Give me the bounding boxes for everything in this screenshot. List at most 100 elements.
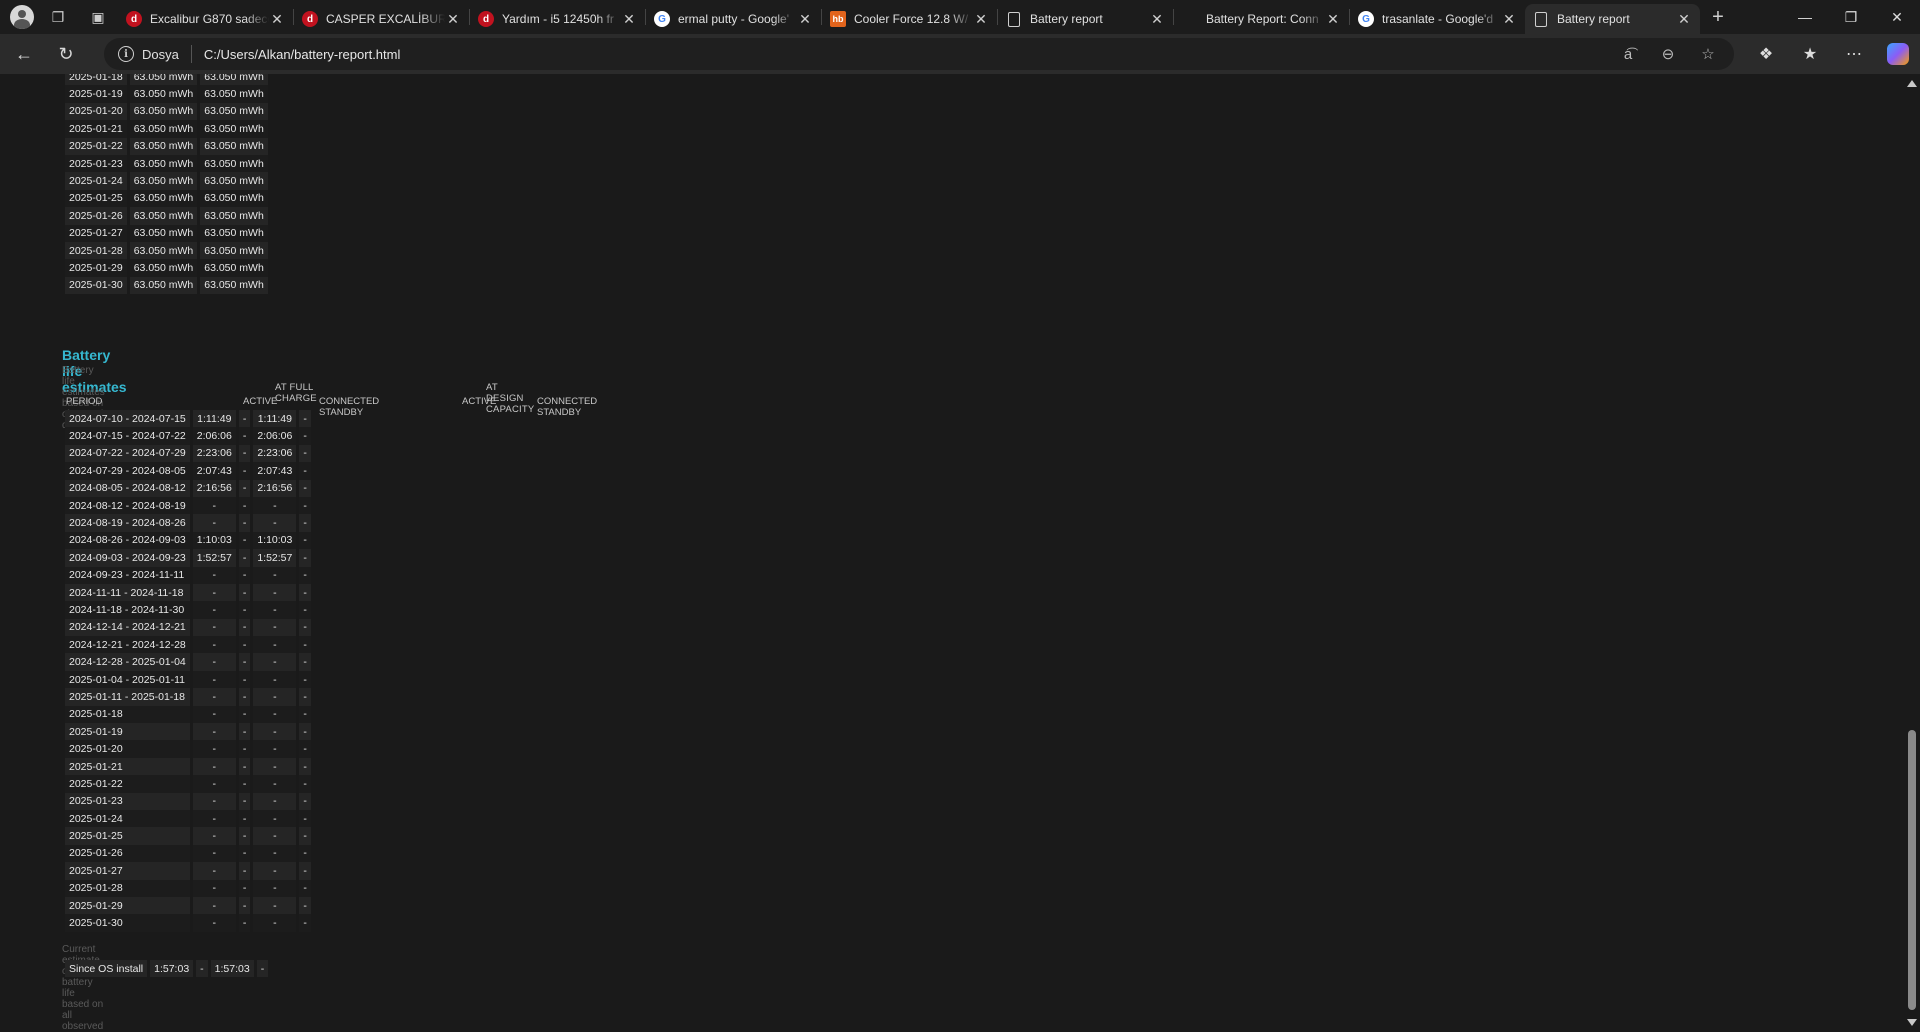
tab-6[interactable]: Battery report ✕ <box>998 4 1173 34</box>
design-standby-cell: - <box>299 427 311 445</box>
settings-more-icon[interactable]: ⋯ <box>1832 34 1876 74</box>
refresh-button[interactable]: ↻ <box>48 38 84 70</box>
design-standby-cell: - <box>299 601 311 619</box>
tab-close-icon[interactable]: ✕ <box>269 11 285 28</box>
red-d-favicon: d <box>302 11 318 27</box>
scroll-down-icon[interactable] <box>1907 1019 1917 1026</box>
design-standby-cell: - <box>299 757 311 776</box>
url-text[interactable]: C:/Users/Alkan/battery-report.html <box>204 47 401 62</box>
table-row: 2024-08-05 - 2024-08-12 2:16:56-2:16:56- <box>65 479 311 497</box>
back-button[interactable]: ← <box>6 38 42 70</box>
since-install-table: Since OS install 1:57:03 - 1:57:03 - <box>62 960 271 978</box>
period-cell: 2024-12-14 - 2024-12-21 <box>65 618 190 637</box>
design-standby-cell: - <box>299 636 311 654</box>
full-standby-cell: - <box>238 444 251 463</box>
scroll-up-icon[interactable] <box>1907 80 1917 87</box>
period-cell: 2024-08-19 - 2024-08-26 <box>65 514 190 532</box>
date-cell: 2025-01-30 <box>65 276 127 295</box>
table-row: 2025-01-24- - - - <box>65 809 311 828</box>
full-charge-capacity-cell: 63.050 mWh <box>129 154 198 173</box>
design-active-cell: - <box>253 601 297 619</box>
table-row: 2024-07-22 - 2024-07-29 2:23:06-2:23:06- <box>65 444 311 463</box>
close-window-button[interactable]: ✕ <box>1874 0 1920 34</box>
table-row: 2025-01-23- - - - <box>65 792 311 810</box>
full-standby-cell: - <box>238 792 251 810</box>
tab-close-icon[interactable]: ✕ <box>1676 11 1692 28</box>
zoom-icon[interactable]: ⊖ <box>1648 45 1688 63</box>
tab-actions-icon[interactable]: ▣ <box>78 0 118 34</box>
design-standby-cell: - <box>299 809 311 828</box>
favorite-star-icon[interactable]: ☆ <box>1688 45 1728 63</box>
full-active-cell: - <box>192 879 236 897</box>
tab-3[interactable]: d Yardım - i5 12450h fr ✕ <box>470 4 645 34</box>
design-standby-cell: - <box>299 740 311 758</box>
tab-9[interactable]: Battery report ✕ <box>1525 4 1700 34</box>
read-aloud-icon[interactable]: a͡ <box>1608 46 1648 63</box>
vertical-scrollbar[interactable] <box>1904 74 1920 1032</box>
table-row: 2024-11-18 - 2024-11-30- - - - <box>65 601 311 619</box>
new-tab-button[interactable]: + <box>1700 0 1736 34</box>
copilot-icon[interactable] <box>1887 43 1909 65</box>
period-cell: 2025-01-28 <box>65 879 190 897</box>
design-standby-cell: - <box>299 775 311 793</box>
tab-7[interactable]: Battery Report: Conn ✕ <box>1174 4 1349 34</box>
column-header-active: ACTIVE <box>243 396 278 407</box>
design-standby-cell: - <box>299 462 311 480</box>
full-active-cell: - <box>192 583 236 602</box>
design-active-cell: - <box>253 618 297 637</box>
tab-title: Battery Report: Conn <box>1206 12 1319 26</box>
full-charge-capacity-cell: 63.050 mWh <box>129 224 198 242</box>
extensions-icon[interactable]: ❖ <box>1744 34 1788 74</box>
table-row: 2024-12-28 - 2025-01-04- - - - <box>65 653 311 671</box>
red-d-favicon: d <box>478 11 494 27</box>
tab-2[interactable]: d CASPER EXCALİBUR G✕ <box>294 4 469 34</box>
design-standby-cell: - <box>299 896 311 915</box>
tab-close-icon[interactable]: ✕ <box>973 11 989 28</box>
page-viewport: 2025-01-18 63.050 mWh 63.050 mWh 2025-01-19… <box>0 74 1904 1032</box>
full-active-cell: - <box>192 740 236 758</box>
tab-close-icon[interactable]: ✕ <box>1149 11 1165 28</box>
design-active-cell: - <box>253 688 297 706</box>
design-capacity-cell: 63.050 mWh <box>200 172 268 190</box>
microsoft-favicon <box>1182 11 1198 27</box>
period-cell: 2024-11-11 - 2024-11-18 <box>65 583 190 602</box>
address-bar[interactable]: i Dosya C:/Users/Alkan/battery-report.ht… <box>104 38 1734 70</box>
restore-button[interactable]: ❐ <box>1828 0 1874 34</box>
info-icon[interactable]: i <box>118 46 134 62</box>
tab-close-icon[interactable]: ✕ <box>1501 11 1517 28</box>
full-active-cell: - <box>192 618 236 637</box>
design-standby-cell: - <box>299 618 311 637</box>
full-active-cell: - <box>192 670 236 689</box>
workspaces-icon[interactable]: ❐ <box>38 0 78 34</box>
period-cell: 2024-07-15 - 2024-07-22 <box>65 427 190 445</box>
design-capacity-cell: 63.050 mWh <box>200 102 268 121</box>
table-row: 2024-08-26 - 2024-09-03 1:10:03-1:10:03- <box>65 531 311 550</box>
favorites-icon[interactable]: ★ <box>1788 34 1832 74</box>
design-active-cell: 1:10:03 <box>253 531 297 550</box>
full-active-cell: - <box>192 653 236 671</box>
toolbar-right: ❖ ★ ⋯ <box>1744 34 1920 74</box>
tab-title: Battery report <box>1557 12 1630 26</box>
tab-4[interactable]: Germal putty - Google' ✕ <box>646 4 821 34</box>
full-standby-cell: - <box>238 583 251 602</box>
divider <box>190 45 192 63</box>
tab-close-icon[interactable]: ✕ <box>445 11 461 28</box>
scrollbar-thumb[interactable] <box>1908 730 1916 1010</box>
table-row: 2025-01-21- - - - <box>65 757 311 776</box>
date-cell: 2025-01-27 <box>65 224 127 242</box>
tab-close-icon[interactable]: ✕ <box>1325 11 1341 28</box>
design-standby-cell: - <box>299 479 311 497</box>
profile-button[interactable] <box>6 0 38 34</box>
tab-title: trasanlate - Google'd <box>1382 12 1494 26</box>
minimize-button[interactable]: — <box>1782 0 1828 34</box>
tab-1[interactable]: d Excalibur G870 sadece ✕ <box>118 4 293 34</box>
design-active-cell: 2:23:06 <box>253 444 297 463</box>
tab-title: Excalibur G870 sadece <box>150 12 269 26</box>
tab-8[interactable]: Gtrasanlate - Google'd ✕ <box>1350 4 1525 34</box>
tab-close-icon[interactable]: ✕ <box>621 11 637 28</box>
period-cell: 2024-07-22 - 2024-07-29 <box>65 444 190 463</box>
full-charge-capacity-cell: 63.050 mWh <box>129 74 198 86</box>
design-standby-cell: - <box>299 723 311 741</box>
tab-5[interactable]: hb Cooler Force 12.8 W/ ✕ <box>822 4 997 34</box>
tab-close-icon[interactable]: ✕ <box>797 11 813 28</box>
